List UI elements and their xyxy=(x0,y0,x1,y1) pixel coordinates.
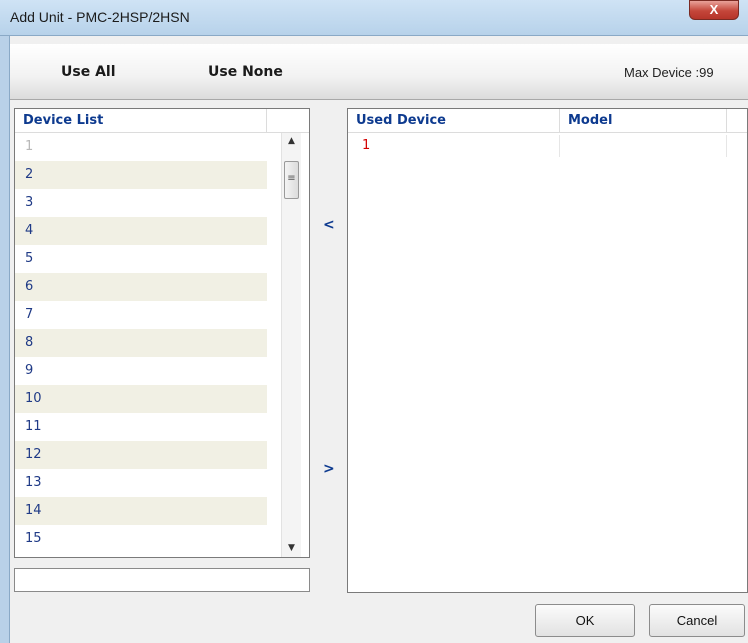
use-all-button[interactable]: Use All xyxy=(61,64,116,80)
ok-button[interactable]: OK xyxy=(535,604,635,637)
scroll-thumb[interactable]: ≡ xyxy=(284,161,299,199)
device-list-item[interactable]: 11 xyxy=(15,413,267,441)
device-list-item[interactable]: 14 xyxy=(15,497,267,525)
device-list-item[interactable]: 12 xyxy=(15,441,267,469)
move-right-button[interactable]: > xyxy=(323,461,335,477)
close-button[interactable]: X xyxy=(689,0,739,20)
device-list-item[interactable]: 9 xyxy=(15,357,267,385)
used-device-column-header[interactable]: Used Device xyxy=(348,109,560,132)
device-list-item[interactable]: 6 xyxy=(15,273,267,301)
device-list-item[interactable]: 2 xyxy=(15,161,267,189)
use-none-button[interactable]: Use None xyxy=(208,64,283,80)
device-list-item[interactable]: 8 xyxy=(15,329,267,357)
used-device-cell: 1 xyxy=(348,135,560,157)
used-device-header: Used Device Model xyxy=(348,109,747,133)
device-list-panel: Device List 1 2 3 4 5 6 7 8 9 10 11 12 13 14 15 ▲ ≡ ▼ xyxy=(14,108,310,558)
device-list-item[interactable]: 15 xyxy=(15,525,267,553)
device-text-field[interactable] xyxy=(14,568,310,592)
device-list-column-header[interactable]: Device List xyxy=(15,109,267,132)
toolbar: Use All Use None Max Device :99 xyxy=(10,44,748,100)
used-device-panel: Used Device Model 1 xyxy=(347,108,748,593)
max-device-label: Max Device :99 xyxy=(624,65,714,80)
window-title: Add Unit - PMC-2HSP/2HSN xyxy=(10,9,190,25)
close-icon: X xyxy=(709,2,719,17)
cancel-button[interactable]: Cancel xyxy=(649,604,745,637)
device-list-scrollbar[interactable]: ▲ ≡ ▼ xyxy=(281,133,301,557)
device-list-item[interactable]: 5 xyxy=(15,245,267,273)
used-device-row[interactable]: 1 xyxy=(348,135,727,157)
device-list-item[interactable]: 7 xyxy=(15,301,267,329)
device-list-item[interactable]: 4 xyxy=(15,217,267,245)
scroll-up-icon[interactable]: ▲ xyxy=(282,133,301,150)
scroll-down-icon[interactable]: ▼ xyxy=(282,540,301,557)
title-bar: Add Unit - PMC-2HSP/2HSN X xyxy=(0,0,748,36)
window-frame-left xyxy=(0,36,10,643)
model-cell xyxy=(560,135,727,157)
move-left-button[interactable]: < xyxy=(323,217,335,233)
device-list-item[interactable]: 10 xyxy=(15,385,267,413)
device-list-item[interactable]: 13 xyxy=(15,469,267,497)
device-list-item[interactable]: 3 xyxy=(15,189,267,217)
model-column-header[interactable]: Model xyxy=(560,109,727,132)
device-list-item[interactable]: 1 xyxy=(15,133,267,161)
device-list-header: Device List xyxy=(15,109,309,133)
